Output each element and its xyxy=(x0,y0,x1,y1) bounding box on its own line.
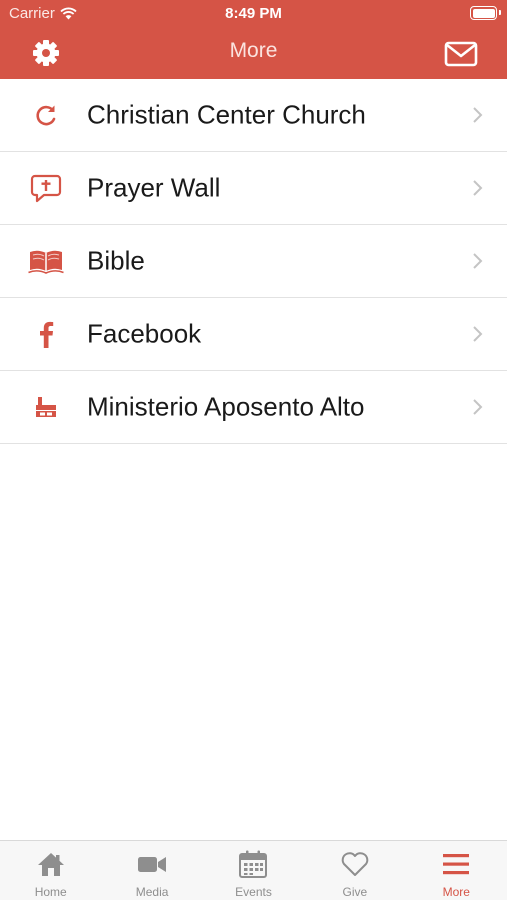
list-item-label: Bible xyxy=(87,245,145,276)
chevron-right-icon xyxy=(473,107,483,123)
list-item-prayer-wall[interactable]: Prayer Wall xyxy=(0,152,507,225)
tab-label: Give xyxy=(342,885,368,899)
chevron-right-icon xyxy=(473,399,483,415)
mail-icon xyxy=(444,41,478,67)
list-item-label: Prayer Wall xyxy=(87,172,221,203)
list-item-label: Facebook xyxy=(87,318,202,349)
battery-icon xyxy=(470,6,501,20)
menu-icon xyxy=(443,854,470,875)
more-menu-list: Christian Center Church Prayer Wall Bibl… xyxy=(0,79,507,444)
tab-more[interactable]: More xyxy=(406,841,507,900)
chat-cross-icon xyxy=(30,174,62,203)
tab-label: Home xyxy=(34,885,67,899)
page-title: More xyxy=(229,39,278,62)
calendar-icon xyxy=(239,850,268,878)
list-item-bible[interactable]: Bible xyxy=(0,225,507,298)
list-item-label: Ministerio Aposento Alto xyxy=(87,391,365,422)
status-time: 8:49 PM xyxy=(225,5,282,22)
home-icon xyxy=(37,853,64,876)
chevron-right-icon xyxy=(473,253,483,269)
tab-label: Events xyxy=(235,885,272,899)
open-book-icon xyxy=(28,250,64,274)
tab-give[interactable]: Give xyxy=(304,841,405,900)
tab-bar: Home Media Events Give More xyxy=(0,840,507,900)
upper-room-icon xyxy=(36,397,56,417)
heart-icon xyxy=(341,852,369,876)
app-header: Carrier 8:49 PM More xyxy=(0,0,507,79)
video-camera-icon xyxy=(138,857,167,872)
tab-home[interactable]: Home xyxy=(0,841,101,900)
list-item-label: Christian Center Church xyxy=(87,99,366,130)
chevron-right-icon xyxy=(473,326,483,342)
tab-media[interactable]: Media xyxy=(101,841,202,900)
tab-label: Media xyxy=(135,885,169,899)
list-item-christian-center-church[interactable]: Christian Center Church xyxy=(0,79,507,152)
messages-button[interactable] xyxy=(444,40,478,68)
chevron-right-icon xyxy=(473,180,483,196)
refresh-arrow-icon xyxy=(36,105,56,126)
list-item-ministerio-aposento-alto[interactable]: Ministerio Aposento Alto xyxy=(0,371,507,444)
facebook-icon xyxy=(40,321,54,348)
list-item-facebook[interactable]: Facebook xyxy=(0,298,507,371)
tab-label: More xyxy=(442,885,470,899)
tab-events[interactable]: Events xyxy=(203,841,304,900)
status-bar: Carrier 8:49 PM xyxy=(0,0,507,28)
